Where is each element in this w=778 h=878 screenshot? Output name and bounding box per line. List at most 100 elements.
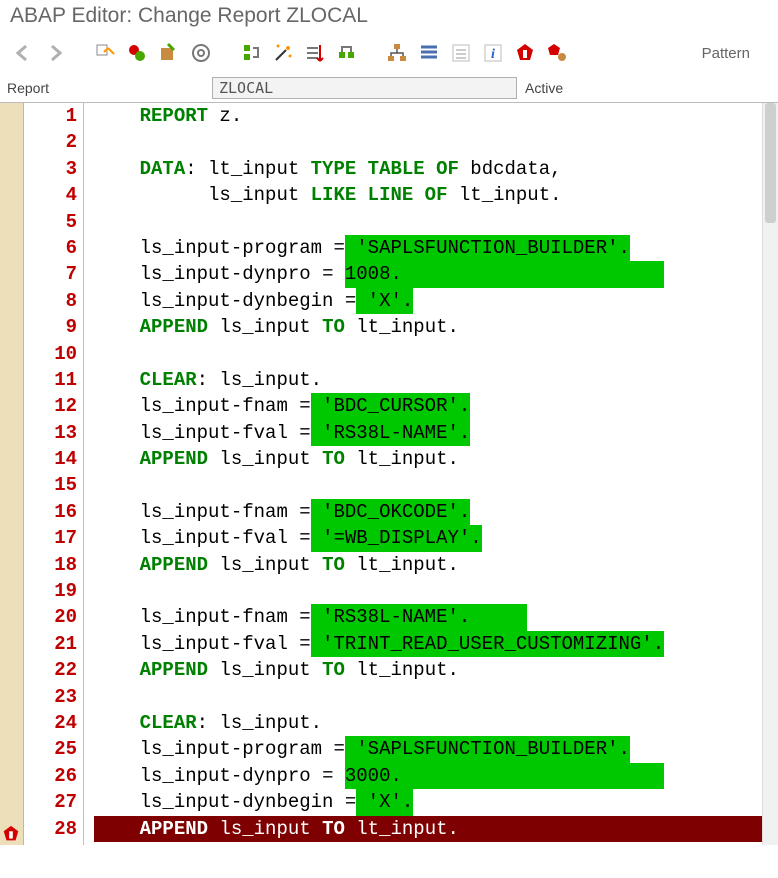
code-line[interactable]: ls_input-program = 'SAPLSFUNCTION_BUILDE… bbox=[94, 736, 778, 762]
code-line[interactable]: ls_input-fval = '=WB_DISPLAY'. bbox=[94, 525, 778, 551]
code-segment: program bbox=[242, 736, 333, 762]
check-icon[interactable] bbox=[94, 42, 116, 64]
breakpoint-user-icon[interactable] bbox=[546, 42, 568, 64]
hierarchy-icon[interactable] bbox=[386, 42, 408, 64]
code-line[interactable]: ls_input-dynpro = 3000. bbox=[94, 763, 778, 789]
display-object-icon[interactable] bbox=[240, 42, 262, 64]
code-segment: - bbox=[231, 604, 242, 630]
code-segment: APPEND bbox=[140, 552, 208, 578]
code-line[interactable]: ls_input-fval = 'TRINT_READ_USER_CUSTOMI… bbox=[94, 631, 778, 657]
code-segment: : bbox=[197, 367, 208, 393]
code-segment: ls_input bbox=[208, 657, 322, 683]
code-segment: 'BDC_OKCODE'. bbox=[311, 499, 471, 525]
code-line[interactable]: ls_input-dynpro = 1008. bbox=[94, 261, 778, 287]
where-used-icon[interactable] bbox=[190, 42, 212, 64]
code-segment: dynbegin bbox=[242, 288, 345, 314]
code-segment: , bbox=[550, 156, 561, 182]
line-number: 1 bbox=[24, 103, 77, 129]
code-line[interactable]: ls_input-program = 'SAPLSFUNCTION_BUILDE… bbox=[94, 235, 778, 261]
code-segment: lt_input bbox=[345, 314, 448, 340]
code-segment: ls_input bbox=[208, 314, 322, 340]
page-title: ABAP Editor: Change Report ZLOCAL bbox=[0, 0, 778, 36]
line-number: 3 bbox=[24, 156, 77, 182]
code-segment: TO bbox=[322, 816, 345, 842]
report-name-input[interactable] bbox=[212, 77, 517, 99]
code-line[interactable]: ls_input LIKE LINE OF lt_input. bbox=[94, 182, 778, 208]
info-icon[interactable]: i bbox=[482, 42, 504, 64]
code-segment: . bbox=[550, 182, 561, 208]
code-segment: = bbox=[322, 261, 345, 287]
marker-gutter bbox=[0, 103, 24, 845]
code-line[interactable]: ls_input-dynbegin = 'X'. bbox=[94, 789, 778, 815]
code-segment: LIKE LINE OF bbox=[311, 182, 448, 208]
code-line[interactable]: CLEAR: ls_input. bbox=[94, 710, 778, 736]
code-line[interactable]: ls_input-dynbegin = 'X'. bbox=[94, 288, 778, 314]
code-editor[interactable]: 1234567891011121314151617181920212223242… bbox=[0, 103, 778, 845]
code-segment: '=WB_DISPLAY'. bbox=[311, 525, 482, 551]
line-number: 2 bbox=[24, 129, 77, 155]
code-line[interactable] bbox=[94, 341, 778, 367]
code-segment: . bbox=[231, 103, 242, 129]
code-line[interactable] bbox=[94, 578, 778, 604]
code-segment: : bbox=[185, 156, 196, 182]
divider-gutter bbox=[84, 103, 94, 845]
list-icon[interactable] bbox=[450, 42, 472, 64]
code-line[interactable]: ls_input-fnam = 'RS38L-NAME'. bbox=[94, 604, 778, 630]
code-segment: 'X'. bbox=[356, 789, 413, 815]
code-segment: TO bbox=[322, 657, 345, 683]
code-segment bbox=[94, 288, 140, 314]
code-segment: - bbox=[231, 763, 242, 789]
line-number: 19 bbox=[24, 578, 77, 604]
code-segment: - bbox=[231, 235, 242, 261]
code-segment: program bbox=[242, 235, 333, 261]
breakpoint-marker-icon[interactable] bbox=[1, 823, 21, 845]
code-line[interactable]: ls_input-fnam = 'BDC_OKCODE'. bbox=[94, 499, 778, 525]
code-line[interactable]: APPEND ls_input TO lt_input. bbox=[94, 657, 778, 683]
code-segment: ls_input bbox=[140, 235, 231, 261]
code-line[interactable]: APPEND ls_input TO lt_input. bbox=[94, 446, 778, 472]
code-segment bbox=[94, 261, 140, 287]
code-line[interactable]: APPEND ls_input TO lt_input. bbox=[94, 816, 778, 842]
code-line[interactable]: REPORT z. bbox=[94, 103, 778, 129]
code-segment: TO bbox=[322, 446, 345, 472]
align-icon[interactable] bbox=[418, 42, 440, 64]
line-number: 24 bbox=[24, 710, 77, 736]
code-line[interactable]: ls_input-fnam = 'BDC_CURSOR'. bbox=[94, 393, 778, 419]
code-line[interactable]: ls_input-fval = 'RS38L-NAME'. bbox=[94, 420, 778, 446]
scrollbar-thumb[interactable] bbox=[765, 103, 776, 223]
code-line[interactable]: CLEAR: ls_input. bbox=[94, 367, 778, 393]
code-segment: CLEAR bbox=[140, 710, 197, 736]
code-line[interactable] bbox=[94, 684, 778, 710]
code-line[interactable] bbox=[94, 129, 778, 155]
code-line[interactable] bbox=[94, 472, 778, 498]
code-segment bbox=[94, 552, 140, 578]
code-segment: fnam bbox=[242, 393, 299, 419]
code-segment: bdcdata bbox=[459, 156, 550, 182]
code-segment: ls_input bbox=[140, 393, 231, 419]
breakpoint-icon[interactable] bbox=[514, 42, 536, 64]
back-button[interactable] bbox=[12, 42, 34, 64]
code-segment: APPEND bbox=[140, 816, 208, 842]
activate-icon[interactable] bbox=[126, 42, 148, 64]
line-number: 16 bbox=[24, 499, 77, 525]
code-line[interactable]: APPEND ls_input TO lt_input. bbox=[94, 552, 778, 578]
code-line[interactable]: APPEND ls_input TO lt_input. bbox=[94, 314, 778, 340]
execute-icon[interactable] bbox=[158, 42, 180, 64]
code-segment: 'SAPLSFUNCTION_BUILDER'. bbox=[345, 736, 630, 762]
code-area[interactable]: REPORT z. DATA: lt_input TYPE TABLE OF b… bbox=[94, 103, 778, 845]
line-number: 27 bbox=[24, 789, 77, 815]
code-segment: TO bbox=[322, 314, 345, 340]
code-segment bbox=[94, 393, 140, 419]
other-object-icon[interactable] bbox=[336, 42, 358, 64]
pattern-button[interactable]: Pattern bbox=[702, 45, 766, 62]
pretty-printer-icon[interactable] bbox=[304, 42, 326, 64]
code-segment: 'TRINT_READ_USER_CUSTOMIZING'. bbox=[311, 631, 664, 657]
code-segment: fnam bbox=[242, 604, 299, 630]
enhance-icon[interactable] bbox=[272, 42, 294, 64]
vertical-scrollbar[interactable] bbox=[762, 103, 778, 845]
code-line[interactable]: DATA: lt_input TYPE TABLE OF bdcdata, bbox=[94, 156, 778, 182]
forward-button[interactable] bbox=[44, 42, 66, 64]
code-segment bbox=[94, 182, 208, 208]
code-segment: dynpro bbox=[242, 763, 322, 789]
code-line[interactable] bbox=[94, 209, 778, 235]
